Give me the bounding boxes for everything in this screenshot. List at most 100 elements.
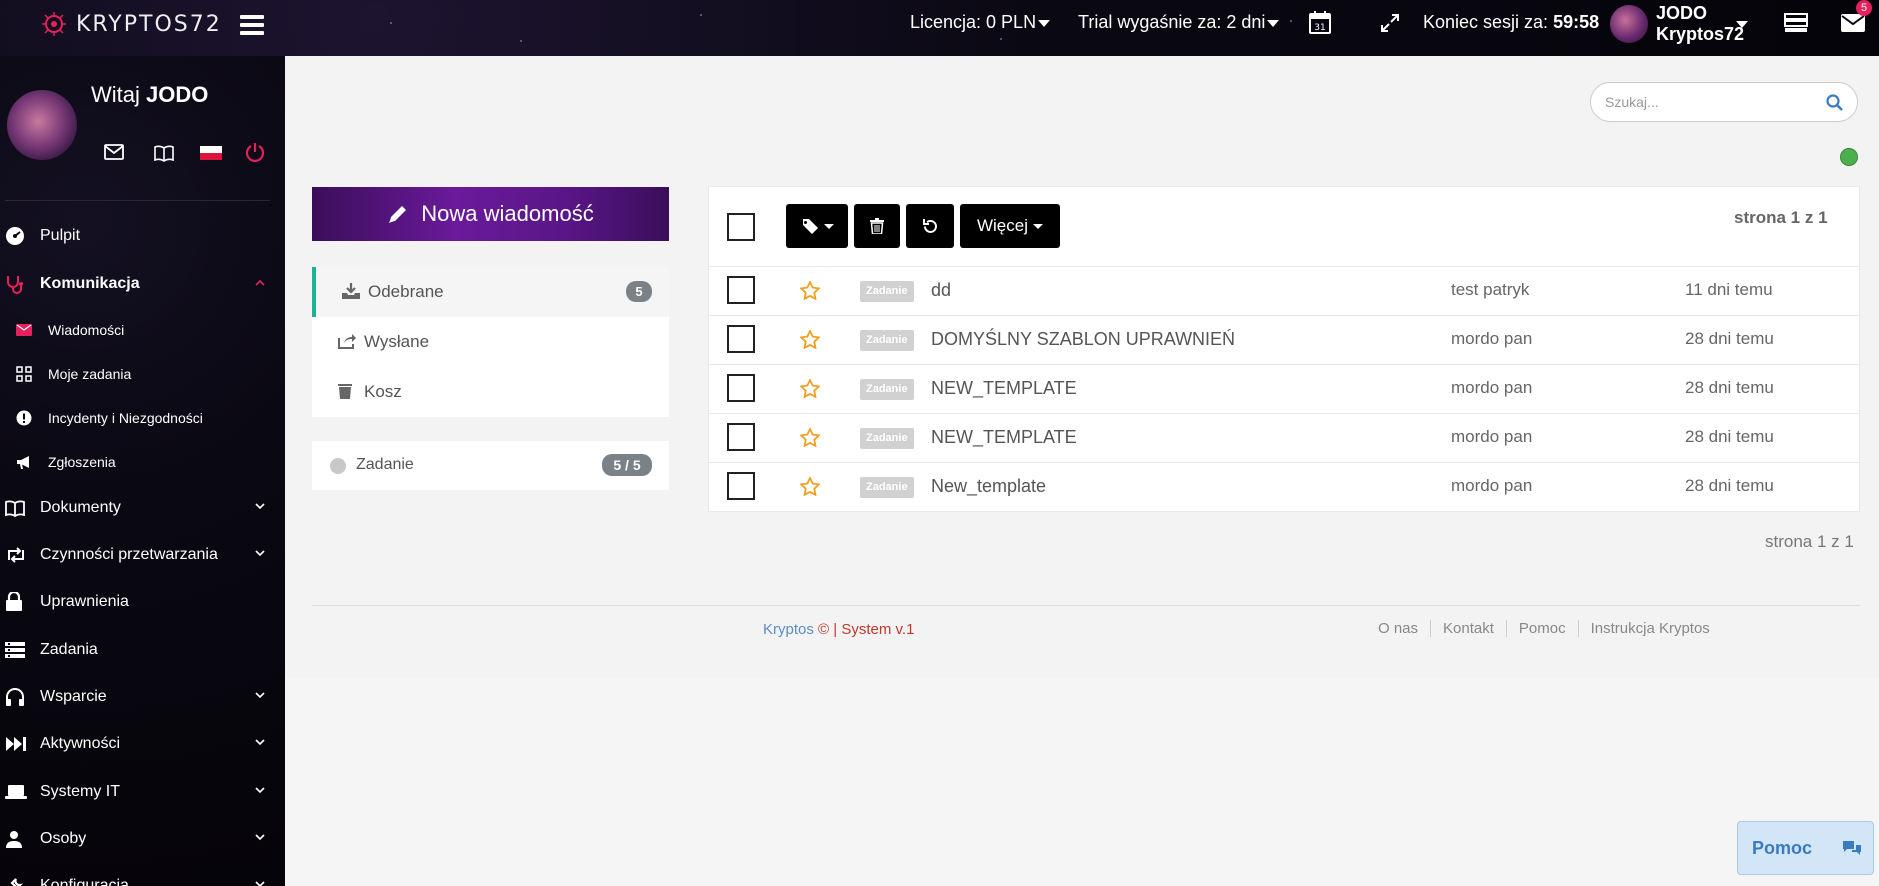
row-checkbox[interactable] (727, 472, 755, 500)
star-icon[interactable] (800, 477, 820, 496)
footer-link-instrukcja[interactable]: Instrukcja Kryptos (1577, 620, 1722, 637)
grid-icon (16, 366, 32, 382)
refresh-button[interactable] (906, 204, 954, 248)
lock-icon (5, 592, 23, 612)
power-icon[interactable] (246, 142, 264, 162)
row-checkbox[interactable] (727, 276, 755, 304)
message-row[interactable]: Zadanie New_template mordo pan 28 dni te… (709, 463, 1859, 512)
new-message-button[interactable]: Nowa wiadomość (312, 187, 669, 241)
message-subject[interactable]: DOMYŚLNY SZABLON UPRAWNIEŃ (931, 329, 1235, 350)
message-subject[interactable]: New_template (931, 476, 1046, 497)
kryptos-logo[interactable]: KRYPTOS72 (40, 8, 222, 40)
chat-bubbles-icon (1842, 840, 1862, 856)
message-list-panel: Więcej strona 1 z 1 Zadanie dd test patr… (708, 186, 1860, 512)
search-input[interactable] (1605, 91, 1815, 113)
user-avatar[interactable] (1610, 5, 1648, 43)
message-row[interactable]: Zadanie DOMYŚLNY SZABLON UPRAWNIEŃ mordo… (709, 316, 1859, 365)
user-name[interactable]: JODO (1656, 1, 1707, 25)
trial-dropdown[interactable]: Trial wygaśnie za: 2 dni (1078, 12, 1280, 33)
star-icon[interactable] (800, 281, 820, 300)
folder-label: Kosz (364, 382, 402, 401)
row-checkbox[interactable] (727, 423, 755, 451)
sidebar-item-label: Komunikacja (40, 275, 140, 292)
sidebar-item-konfiguracja[interactable]: Konfiguracja (0, 866, 285, 886)
row-checkbox[interactable] (727, 374, 755, 402)
sidebar-item-czynnosci[interactable]: Czynności przetwarzania (0, 535, 285, 575)
message-row[interactable]: Zadanie NEW_TEMPLATE mordo pan 28 dni te… (709, 414, 1859, 463)
footer-copy: © (818, 621, 830, 638)
folder-odebrane[interactable]: Odebrane 5 (312, 267, 669, 317)
sidebar-item-pulpit[interactable]: Pulpit (0, 216, 285, 256)
sidebar-item-dokumenty[interactable]: Dokumenty (0, 488, 285, 528)
sidebar-item-zadania[interactable]: Zadania (0, 630, 285, 670)
message-date: 28 dni temu (1685, 427, 1774, 446)
wrench-icon (5, 877, 23, 886)
message-sender: mordo pan (1451, 476, 1533, 495)
label-tag-button[interactable] (786, 204, 848, 248)
task-tag: Zadanie (860, 379, 914, 400)
search-box (1590, 82, 1858, 122)
footer-link-kontakt[interactable]: Kontakt (1430, 620, 1506, 637)
message-subject[interactable]: NEW_TEMPLATE (931, 427, 1077, 448)
user-org[interactable]: Kryptos72 (1656, 24, 1744, 45)
layout-toggle-icon[interactable] (1784, 13, 1808, 33)
footer-version: System v.1 (841, 621, 915, 638)
mail-icon[interactable] (1840, 13, 1866, 33)
search-icon[interactable] (1826, 94, 1843, 111)
polish-flag-icon[interactable] (200, 146, 222, 160)
user-menu-caret-icon[interactable] (1736, 21, 1748, 28)
license-dropdown[interactable]: Licencja: 0 PLN (910, 12, 1051, 33)
envelope-icon[interactable] (104, 144, 124, 160)
delete-button[interactable] (854, 204, 900, 248)
footer-link-pomoc[interactable]: Pomoc (1505, 620, 1578, 637)
footer-brand[interactable]: Kryptos (763, 621, 814, 638)
folder-kosz[interactable]: Kosz (312, 367, 669, 417)
more-dropdown-button[interactable]: Więcej (960, 204, 1060, 248)
message-row[interactable]: Zadanie NEW_TEMPLATE mordo pan 28 dni te… (709, 365, 1859, 414)
sidebar-item-systemy-it[interactable]: Systemy IT (0, 772, 285, 812)
sidebar-item-wsparcie[interactable]: Wsparcie (0, 677, 285, 717)
sidebar-item-moje-zadania[interactable]: Moje zadania (0, 356, 285, 392)
sidebar-item-aktywnosci[interactable]: Aktywności (0, 724, 285, 764)
task-tag: Zadanie (860, 281, 914, 302)
message-subject[interactable]: dd (931, 280, 951, 301)
book-icon[interactable] (154, 144, 174, 162)
welcome-name: JODO (146, 82, 209, 107)
folder-wyslane[interactable]: Wysłane (312, 317, 669, 367)
message-row[interactable]: Zadanie dd test patryk 11 dni temu (709, 267, 1859, 316)
sidebar-item-komunikacja[interactable]: Komunikacja (0, 264, 285, 304)
star-icon[interactable] (800, 428, 820, 447)
star-icon[interactable] (800, 379, 820, 398)
logo-icon (42, 12, 66, 36)
help-widget-button[interactable]: Pomoc (1737, 821, 1874, 875)
sidebar-item-label: Czynności przetwarzania (40, 546, 218, 563)
footer-link-o-nas[interactable]: O nas (1366, 620, 1430, 637)
label-filter-zadanie[interactable]: Zadanie 5 / 5 (312, 441, 669, 490)
menu-toggle-icon[interactable] (240, 14, 264, 36)
calendar-icon[interactable]: 31 (1309, 10, 1331, 34)
status-info-icon[interactable] (1840, 148, 1858, 166)
sidebar-item-uprawnienia[interactable]: Uprawnienia (0, 582, 285, 622)
dashboard-icon (5, 226, 25, 246)
folder-label: Odebrane (368, 282, 444, 301)
profile-avatar[interactable] (7, 90, 77, 160)
row-checkbox[interactable] (727, 325, 755, 353)
fullscreen-icon[interactable] (1380, 13, 1400, 33)
message-subject[interactable]: NEW_TEMPLATE (931, 378, 1077, 399)
refresh-icon (922, 218, 937, 233)
message-sender: mordo pan (1451, 329, 1533, 348)
sidebar-item-label: Zgłoszenia (48, 454, 116, 470)
select-all-checkbox[interactable] (727, 213, 755, 241)
caret-down-icon (1038, 19, 1051, 27)
star-icon[interactable] (800, 330, 820, 349)
top-bar: KRYPTOS72 Licencja: 0 PLN Trial wygaśnie… (0, 0, 1879, 56)
sidebar-item-zgloszenia[interactable]: Zgłoszenia (0, 444, 285, 480)
sidebar-item-label: Uprawnienia (40, 593, 129, 610)
chevron-down-icon (255, 739, 265, 746)
tasks-list-icon (5, 641, 25, 659)
label-color-dot (330, 458, 346, 474)
sidebar-item-osoby[interactable]: Osoby (0, 819, 285, 859)
message-sender: mordo pan (1451, 378, 1533, 397)
sidebar-item-wiadomosci[interactable]: Wiadomości (0, 312, 285, 348)
sidebar-item-incydenty[interactable]: Incydenty i Niezgodności (0, 400, 285, 436)
